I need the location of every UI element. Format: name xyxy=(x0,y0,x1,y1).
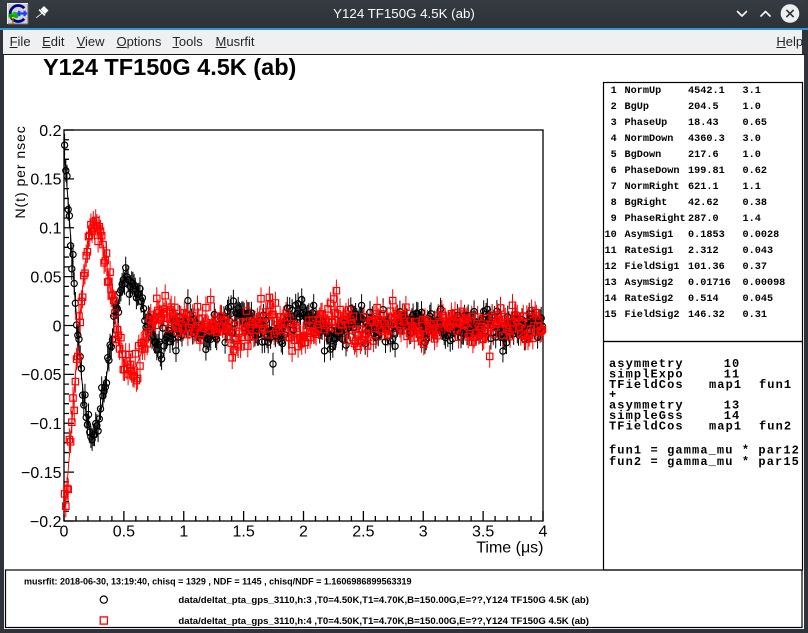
svg-text:0.043: 0.043 xyxy=(743,246,774,257)
svg-text:1.4: 1.4 xyxy=(743,214,761,225)
svg-text:BgRight: BgRight xyxy=(625,197,668,209)
svg-text:data/deltat_pta_gps_3110,h:4 ,: data/deltat_pta_gps_3110,h:4 ,T0=4.50K,T… xyxy=(178,616,589,627)
svg-text:12: 12 xyxy=(605,262,617,273)
svg-text:AsymSig2: AsymSig2 xyxy=(625,277,674,289)
svg-text:NormDown: NormDown xyxy=(625,134,674,145)
svg-text:1: 1 xyxy=(605,86,617,97)
svg-text:2: 2 xyxy=(299,523,308,540)
svg-text:217.6: 217.6 xyxy=(688,150,719,161)
svg-text:RateSig1: RateSig1 xyxy=(625,245,674,257)
svg-text:fun2: fun2 xyxy=(759,419,792,433)
svg-text:0.01716: 0.01716 xyxy=(688,278,731,289)
svg-text:0.1: 0.1 xyxy=(39,221,61,238)
svg-text:204.5: 204.5 xyxy=(688,102,719,113)
svg-text:musrfit: 2018-06-30, 13:19:40,: musrfit: 2018-06-30, 13:19:40, chisq = 1… xyxy=(24,577,411,587)
svg-text:0.2: 0.2 xyxy=(39,123,61,140)
svg-text:PhaseDown: PhaseDown xyxy=(625,165,680,177)
svg-text:TFieldCos: TFieldCos xyxy=(609,419,684,433)
svg-text:fun1: fun1 xyxy=(759,378,792,392)
svg-text:42.62: 42.62 xyxy=(688,198,719,209)
svg-text:0.37: 0.37 xyxy=(743,262,767,273)
svg-text:0.31: 0.31 xyxy=(743,310,767,321)
svg-text:PhaseRight: PhaseRight xyxy=(625,213,686,225)
svg-text:7: 7 xyxy=(605,182,617,193)
svg-text:TFieldCos: TFieldCos xyxy=(609,378,684,392)
svg-text:13: 13 xyxy=(605,278,617,289)
svg-text:N(t) per nsec: N(t) per nsec xyxy=(12,125,28,218)
svg-text:287.0: 287.0 xyxy=(688,214,719,225)
svg-text:15: 15 xyxy=(605,310,617,321)
svg-text:3.5: 3.5 xyxy=(472,523,494,540)
svg-text:1.0: 1.0 xyxy=(743,102,761,113)
svg-text:NormRight: NormRight xyxy=(625,181,680,193)
svg-text:621.1: 621.1 xyxy=(688,182,719,193)
svg-text:6: 6 xyxy=(605,166,617,177)
svg-text:−0.1: −0.1 xyxy=(30,416,62,433)
svg-text:4360.3: 4360.3 xyxy=(688,134,725,145)
svg-text:8: 8 xyxy=(605,198,617,209)
svg-text:2.5: 2.5 xyxy=(352,523,374,540)
svg-text:0.65: 0.65 xyxy=(743,118,767,129)
svg-text:14: 14 xyxy=(605,294,617,305)
svg-text:1.5: 1.5 xyxy=(232,523,254,540)
svg-text:9: 9 xyxy=(605,214,617,225)
svg-text:10: 10 xyxy=(605,230,617,241)
svg-text:0.15: 0.15 xyxy=(30,172,61,189)
svg-text:0.38: 0.38 xyxy=(743,198,767,209)
svg-text:NormUp: NormUp xyxy=(625,86,662,97)
svg-text:2: 2 xyxy=(605,102,617,113)
svg-text:fun2 = gamma_mu * par15: fun2 = gamma_mu * par15 xyxy=(609,455,800,469)
svg-text:BgDown: BgDown xyxy=(625,150,662,161)
svg-text:FieldSig2: FieldSig2 xyxy=(625,309,680,321)
svg-text:−0.15: −0.15 xyxy=(21,465,62,482)
svg-text:0.514: 0.514 xyxy=(688,294,719,305)
svg-text:0.1853: 0.1853 xyxy=(688,230,725,241)
svg-text:3: 3 xyxy=(419,523,428,540)
svg-text:4: 4 xyxy=(605,134,617,145)
svg-text:101.36: 101.36 xyxy=(688,262,725,273)
svg-text:BgUp: BgUp xyxy=(625,102,649,113)
svg-text:11: 11 xyxy=(605,246,617,257)
svg-text:0.05: 0.05 xyxy=(30,269,61,286)
svg-text:2.312: 2.312 xyxy=(688,246,719,257)
svg-text:PhaseUp: PhaseUp xyxy=(625,117,668,129)
svg-text:146.32: 146.32 xyxy=(688,310,725,321)
svg-text:map1: map1 xyxy=(709,378,742,392)
svg-text:RateSig2: RateSig2 xyxy=(625,293,674,305)
svg-text:5: 5 xyxy=(605,150,617,161)
svg-text:3: 3 xyxy=(605,118,617,129)
svg-text:0: 0 xyxy=(53,318,62,335)
svg-text:−0.05: −0.05 xyxy=(21,367,62,384)
svg-text:1.1: 1.1 xyxy=(743,182,761,193)
svg-text:1: 1 xyxy=(179,523,188,540)
svg-text:3.0: 3.0 xyxy=(743,134,761,145)
svg-text:map1: map1 xyxy=(709,419,742,433)
svg-text:0.62: 0.62 xyxy=(743,166,767,177)
svg-text:0.0028: 0.0028 xyxy=(743,230,780,241)
svg-text:AsymSig1: AsymSig1 xyxy=(625,229,674,241)
svg-text:18.43: 18.43 xyxy=(688,118,719,129)
svg-text:199.81: 199.81 xyxy=(688,166,725,177)
svg-text:Y124 TF150G 4.5K (ab): Y124 TF150G 4.5K (ab) xyxy=(43,54,296,80)
svg-text:1.0: 1.0 xyxy=(743,150,761,161)
svg-text:0.045: 0.045 xyxy=(743,294,774,305)
svg-text:FieldSig1: FieldSig1 xyxy=(625,261,680,273)
svg-text:data/deltat_pta_gps_3110,h:3 ,: data/deltat_pta_gps_3110,h:3 ,T0=4.50K,T… xyxy=(178,595,589,606)
svg-text:0.00098: 0.00098 xyxy=(743,278,786,289)
svg-text:4542.1: 4542.1 xyxy=(688,86,725,97)
svg-text:3.1: 3.1 xyxy=(743,86,761,97)
svg-text:4: 4 xyxy=(539,523,548,540)
svg-text:0.5: 0.5 xyxy=(113,523,135,540)
svg-text:Time (μs): Time (μs) xyxy=(476,540,543,557)
svg-text:−0.2: −0.2 xyxy=(30,514,62,531)
